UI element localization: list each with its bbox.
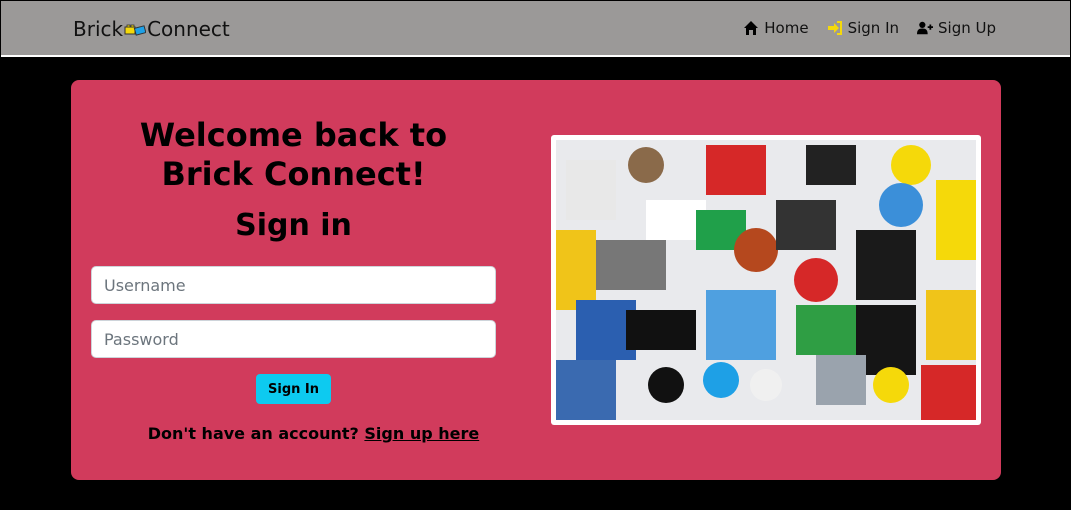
nav-signup-label: Sign Up xyxy=(938,19,996,37)
password-input[interactable] xyxy=(91,320,496,358)
signup-prompt-text: Don't have an account? xyxy=(147,424,359,443)
sign-in-button[interactable]: Sign In xyxy=(256,374,331,404)
signup-link[interactable]: Sign up here xyxy=(364,424,479,443)
nav-signin-link[interactable]: Sign In xyxy=(827,19,899,37)
signin-card: Welcome back to Brick Connect! Sign in S… xyxy=(71,80,1001,480)
nav-links: Home Sign In Sign Up xyxy=(743,19,996,37)
nav-signin-label: Sign In xyxy=(847,19,899,37)
brick-logo-icon xyxy=(124,22,147,36)
username-input[interactable] xyxy=(91,266,496,304)
hero-image xyxy=(551,135,981,425)
page-title: Welcome back to Brick Connect! xyxy=(139,116,448,193)
brand-text-right: Connect xyxy=(147,17,230,41)
user-plus-icon xyxy=(917,21,933,35)
brand-logo[interactable]: Brick Connect xyxy=(73,17,230,41)
nav-home-label: Home xyxy=(764,19,809,37)
navbar: Brick Connect Home Sign In Sign Up xyxy=(1,1,1070,57)
sign-in-icon xyxy=(827,21,842,35)
brand-text-left: Brick xyxy=(73,17,124,41)
nav-signup-link[interactable]: Sign Up xyxy=(917,19,996,37)
nav-home-link[interactable]: Home xyxy=(743,19,809,37)
signup-prompt: Don't have an account? Sign up here xyxy=(91,424,536,443)
home-icon xyxy=(744,21,759,35)
form-title: Sign in xyxy=(235,208,352,243)
lego-minifigures-image xyxy=(556,140,976,420)
